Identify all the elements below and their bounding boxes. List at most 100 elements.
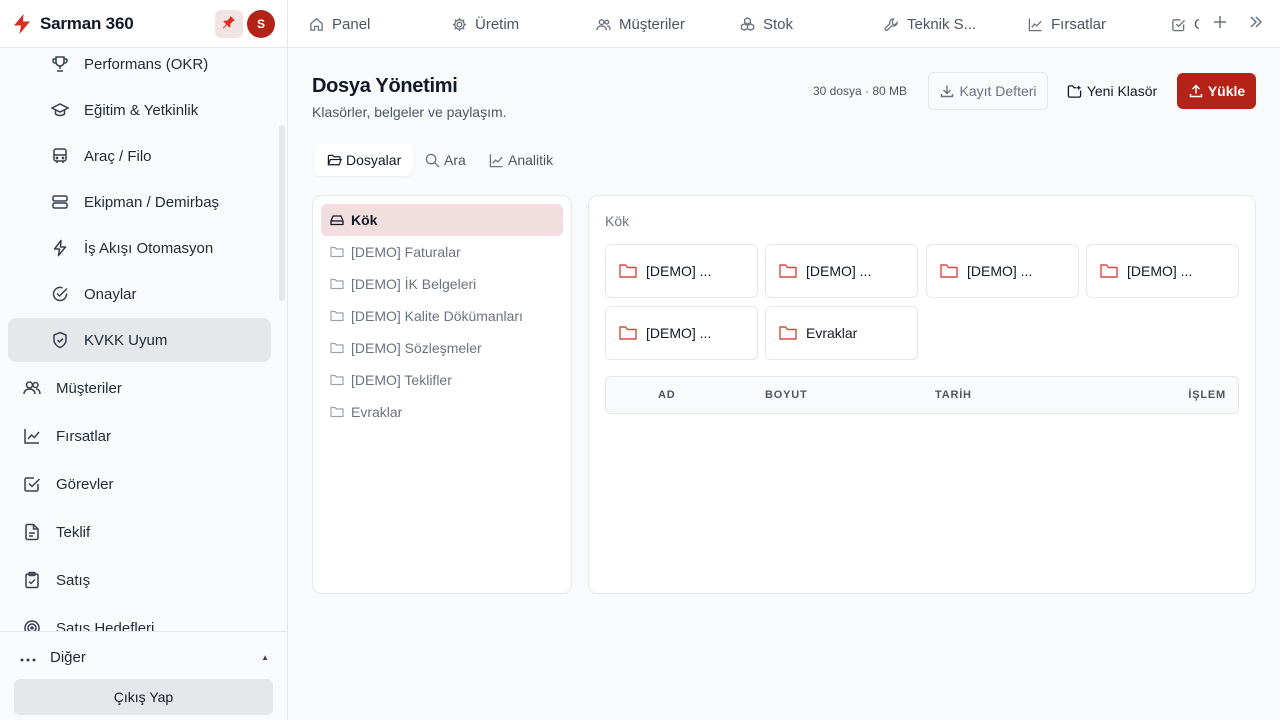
sidebar-item-sales[interactable]: Satış: [8, 558, 271, 602]
folder-icon: [329, 308, 345, 324]
top-tab-stock[interactable]: Stok: [739, 0, 793, 48]
sidebar-item-approvals[interactable]: Onaylar: [8, 272, 271, 316]
page-title: Dosya Yönetimi: [312, 75, 458, 97]
top-tab-tasks[interactable]: G: [1171, 0, 1199, 48]
tree-item-folder[interactable]: [DEMO] İK Belgeleri: [321, 268, 563, 300]
tree-item-label: [DEMO] Sözleşmeler: [351, 340, 482, 356]
folder-card-label: [DEMO] ...: [646, 263, 712, 279]
top-tab-bar: Panel Üretim Müşteriler Stok Teknik S...…: [288, 0, 1280, 48]
tab-label: Ara: [444, 152, 466, 168]
tree-item-label: [DEMO] İK Belgeleri: [351, 276, 477, 292]
target-icon: [22, 618, 42, 631]
ellipsis-icon: [20, 649, 36, 666]
sidebar-item-label: İş Akışı Otomasyon: [84, 239, 214, 257]
folder-card[interactable]: [DEMO] ...: [765, 244, 918, 298]
sidebar-item-training[interactable]: Eğitim & Yetkinlik: [8, 88, 271, 132]
sidebar-item-label: Ekipman / Demirbaş: [84, 193, 220, 211]
sidebar-item-label: Satış: [56, 571, 91, 589]
top-tab-label: Üretim: [475, 15, 520, 33]
upload-button[interactable]: Yükle: [1177, 73, 1256, 109]
sidebar-scrollbar[interactable]: [279, 125, 285, 301]
sidebar-item-quote[interactable]: Teklif: [8, 510, 271, 554]
sidebar-item-opportunities[interactable]: Fırsatlar: [8, 414, 271, 458]
folder-icon: [778, 323, 798, 343]
sidebar-item-equipment[interactable]: Ekipman / Demirbaş: [8, 180, 271, 224]
brand-header: Sarman 360 S: [0, 0, 287, 48]
folder-card[interactable]: [DEMO] ...: [1086, 244, 1239, 298]
folder-icon: [778, 261, 798, 281]
folder-icon: [939, 261, 959, 281]
sidebar-item-label: Performans (OKR): [84, 55, 209, 73]
tab-label: Analitik: [508, 152, 554, 168]
pin-icon: [222, 15, 236, 34]
tab-search[interactable]: Ara: [424, 144, 466, 176]
top-tab-technical-service[interactable]: Teknik S...: [883, 0, 983, 48]
sidebar-item-label: Araç / Filo: [84, 147, 152, 165]
sidebar-item-sales-targets[interactable]: Satış Hedefleri: [8, 606, 271, 631]
add-tab-button[interactable]: [1210, 14, 1230, 34]
sidebar-item-fleet[interactable]: Araç / Filo: [8, 134, 271, 178]
file-text-icon: [22, 522, 42, 542]
user-avatar[interactable]: S: [247, 10, 275, 38]
chevrons-right-icon: [1249, 15, 1263, 34]
folder-open-icon: [326, 152, 342, 168]
logout-button[interactable]: Çıkış Yap: [14, 679, 273, 715]
sidebar: Sarman 360 S Performans (OKR) Eğitim & Y…: [0, 0, 288, 720]
folder-plus-icon: [1067, 83, 1083, 99]
folder-card[interactable]: [DEMO] ...: [926, 244, 1079, 298]
folder-icon: [618, 323, 638, 343]
tree-item-label: [DEMO] Teklifler: [351, 372, 452, 388]
breadcrumb[interactable]: Kök: [605, 213, 629, 229]
folder-icon: [329, 404, 345, 420]
tree-item-folder[interactable]: [DEMO] Faturalar: [321, 236, 563, 268]
top-tab-label: Teknik S...: [907, 15, 977, 33]
sidebar-item-workflow[interactable]: İş Akışı Otomasyon: [8, 226, 271, 270]
folder-tree-panel: Kök [DEMO] Faturalar [DEMO] İK Belgeleri…: [312, 195, 572, 594]
tree-item-folder[interactable]: [DEMO] Kalite Dökümanları: [321, 300, 563, 332]
caret-up-icon: ▲: [261, 652, 269, 662]
gear-icon: [451, 16, 467, 32]
sidebar-item-performance[interactable]: Performans (OKR): [8, 48, 271, 86]
sidebar-item-customers[interactable]: Müşteriler: [8, 366, 271, 410]
more-label: Diğer: [50, 648, 86, 666]
column-header-name[interactable]: AD: [658, 389, 676, 401]
tab-files[interactable]: Dosyalar: [314, 144, 414, 176]
top-tab-opportunities[interactable]: Fırsatlar: [1027, 0, 1106, 48]
more-menu-toggle[interactable]: Diğer ▲: [0, 640, 287, 674]
folder-card[interactable]: [DEMO] ...: [605, 306, 758, 360]
server-icon: [50, 192, 70, 212]
trending-up-icon: [22, 426, 42, 446]
tree-item-folder[interactable]: [DEMO] Sözleşmeler: [321, 332, 563, 364]
top-tab-label: Müşteriler: [619, 15, 685, 33]
tree-item-root[interactable]: Kök: [321, 204, 563, 236]
check-circle-icon: [50, 284, 70, 304]
sidebar-footer: Diğer ▲ Çıkış Yap: [0, 631, 287, 720]
sidebar-item-kvkk[interactable]: KVKK Uyum: [8, 318, 271, 362]
sidebar-item-label: Görevler: [56, 475, 114, 493]
new-folder-button[interactable]: Yeni Klasör: [1058, 72, 1166, 110]
tree-item-folder[interactable]: Evraklar: [321, 396, 563, 428]
folder-card[interactable]: Evraklar: [765, 306, 918, 360]
column-header-action: İŞLEM: [1188, 389, 1226, 401]
folder-card-label: [DEMO] ...: [1127, 263, 1193, 279]
home-icon: [308, 16, 324, 32]
top-tab-customers[interactable]: Müşteriler: [595, 0, 685, 48]
top-tab-production[interactable]: Üretim: [451, 0, 519, 48]
collapse-tabs-button[interactable]: [1246, 14, 1266, 34]
folder-icon: [329, 244, 345, 260]
folder-icon: [329, 372, 345, 388]
plus-icon: [1213, 15, 1227, 34]
column-header-date[interactable]: TARİH: [935, 389, 972, 401]
sidebar-item-tasks[interactable]: Görevler: [8, 462, 271, 506]
tree-item-folder[interactable]: [DEMO] Teklifler: [321, 364, 563, 396]
sidebar-nav[interactable]: Performans (OKR) Eğitim & Yetkinlik Araç…: [0, 48, 287, 631]
pin-button[interactable]: [215, 10, 243, 38]
column-header-size[interactable]: BOYUT: [765, 389, 808, 401]
log-button[interactable]: Kayıt Defteri: [928, 72, 1048, 110]
top-tab-panel[interactable]: Panel: [308, 0, 370, 48]
folder-icon: [329, 340, 345, 356]
tab-analytics[interactable]: Analitik: [488, 144, 553, 176]
folder-icon: [1099, 261, 1119, 281]
folder-card[interactable]: [DEMO] ...: [605, 244, 758, 298]
tree-item-label: [DEMO] Faturalar: [351, 244, 461, 260]
